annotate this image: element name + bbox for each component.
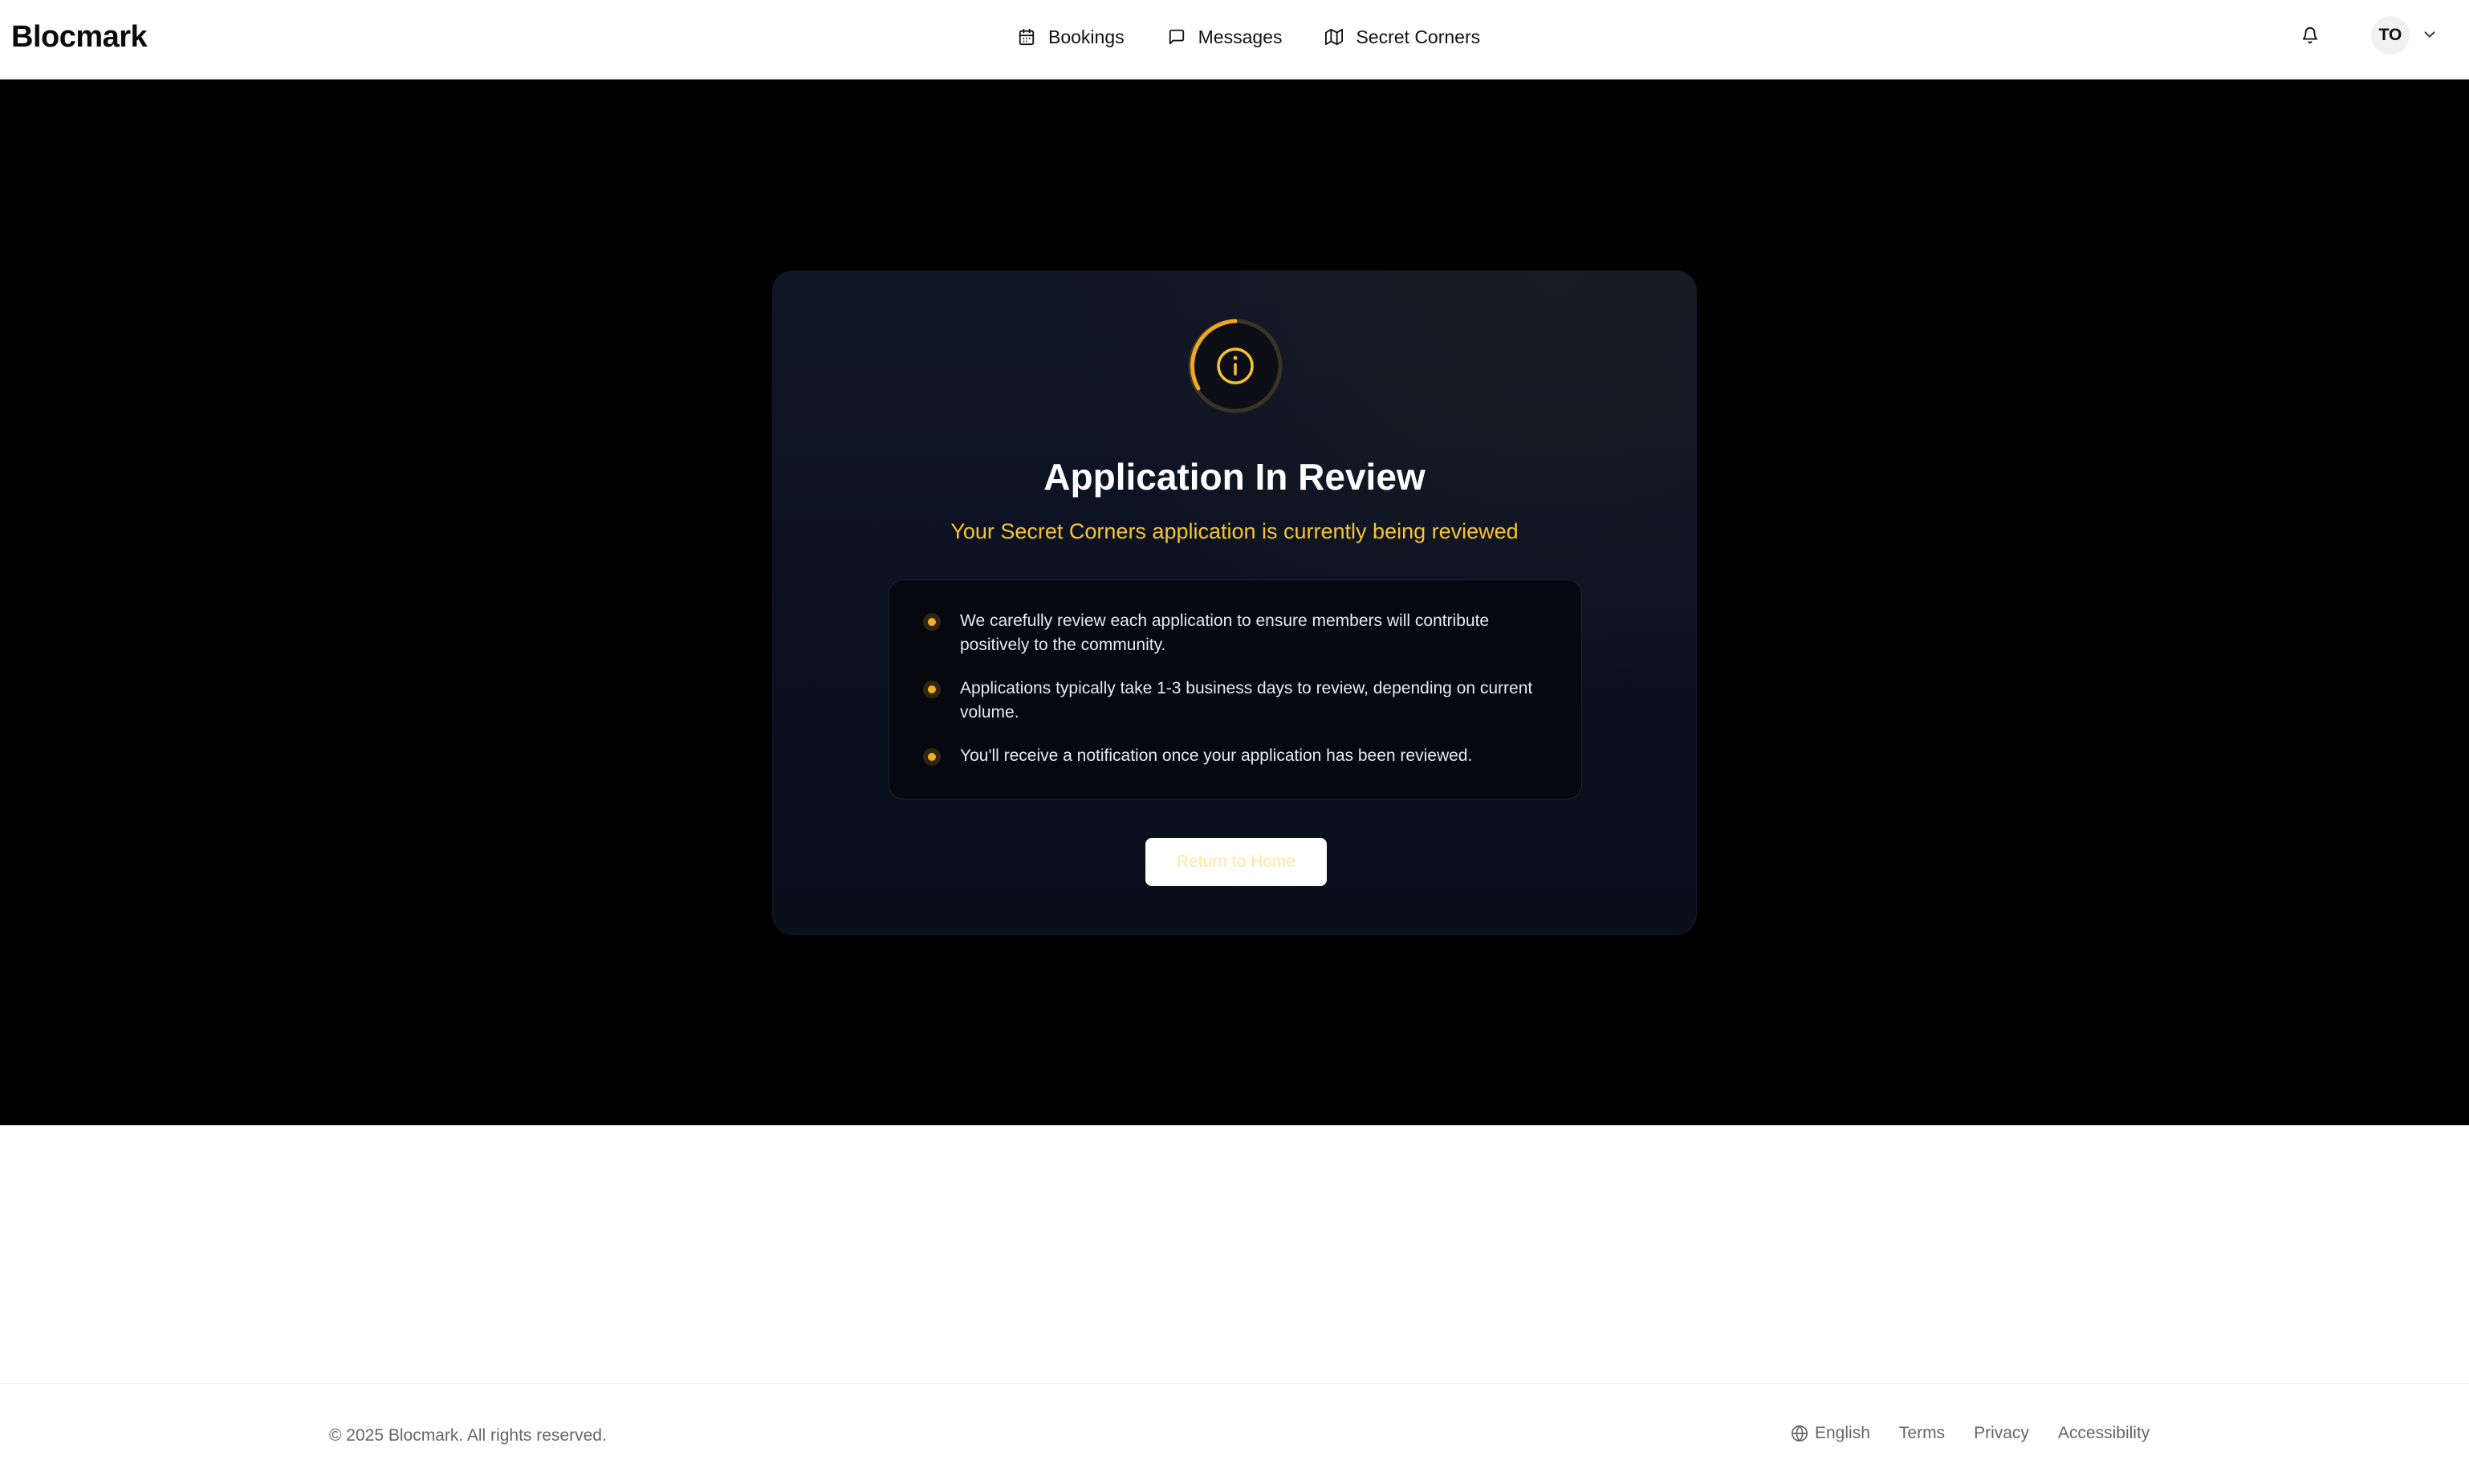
review-info-list: We carefully review each application to … [889,579,1582,799]
footer-links: English Terms Privacy Accessibility [1791,1424,2150,1443]
list-item: Applications typically take 1-3 business… [923,677,1549,725]
bullet-dot-icon [923,613,941,631]
status-subtitle: Your Secret Corners application is curre… [950,519,1519,543]
info-icon [1188,319,1283,413]
accessibility-link[interactable]: Accessibility [2058,1424,2150,1443]
application-status-card: Application In Review Your Secret Corner… [772,270,1697,935]
privacy-link[interactable]: Privacy [1974,1424,2029,1443]
nav-item-messages[interactable]: Messages [1168,26,1283,48]
list-item-text: You'll receive a notification once your … [960,746,1473,765]
user-avatar[interactable]: TO [2371,16,2410,55]
footer: © 2025 Blocmark. All rights reserved. En… [0,1383,2469,1484]
calendar-icon [1019,28,1035,46]
language-label: English [1815,1424,1870,1442]
nav-item-label: Secret Corners [1356,26,1481,47]
nav-item-label: Bookings [1048,26,1125,47]
globe-icon [1792,1425,1808,1441]
bell-icon [2302,27,2318,44]
return-home-button[interactable]: Return to Home [1145,838,1327,886]
logo[interactable]: Blocmark [11,18,148,56]
list-item-text: Applications typically take 1-3 business… [960,679,1533,722]
language-selector[interactable]: English [1791,1424,1870,1443]
nav-item-bookings[interactable]: Bookings [1018,26,1125,48]
main-nav: Bookings Messages Secret Corners [1018,21,1480,53]
copyright-text: © 2025 Blocmark. All rights reserved. [329,1426,607,1445]
nav-item-label: Messages [1198,26,1283,47]
bullet-dot-icon [923,748,941,766]
nav-item-secret-corners[interactable]: Secret Corners [1325,26,1480,48]
top-navbar: Blocmark Bookings Messages Secret Corner… [0,0,2469,79]
chevron-down-icon[interactable] [2421,26,2438,43]
page-title: Application In Review [1043,456,1426,498]
main-content: Application In Review Your Secret Corner… [0,79,2469,1125]
list-item: You'll receive a notification once your … [923,744,1549,768]
map-icon [1325,28,1344,46]
notifications-button[interactable] [2297,22,2323,48]
terms-link[interactable]: Terms [1899,1424,1945,1443]
list-item: We carefully review each application to … [923,609,1549,657]
message-icon [1169,29,1184,45]
bullet-dot-icon [923,681,941,698]
list-item-text: We carefully review each application to … [960,612,1490,654]
